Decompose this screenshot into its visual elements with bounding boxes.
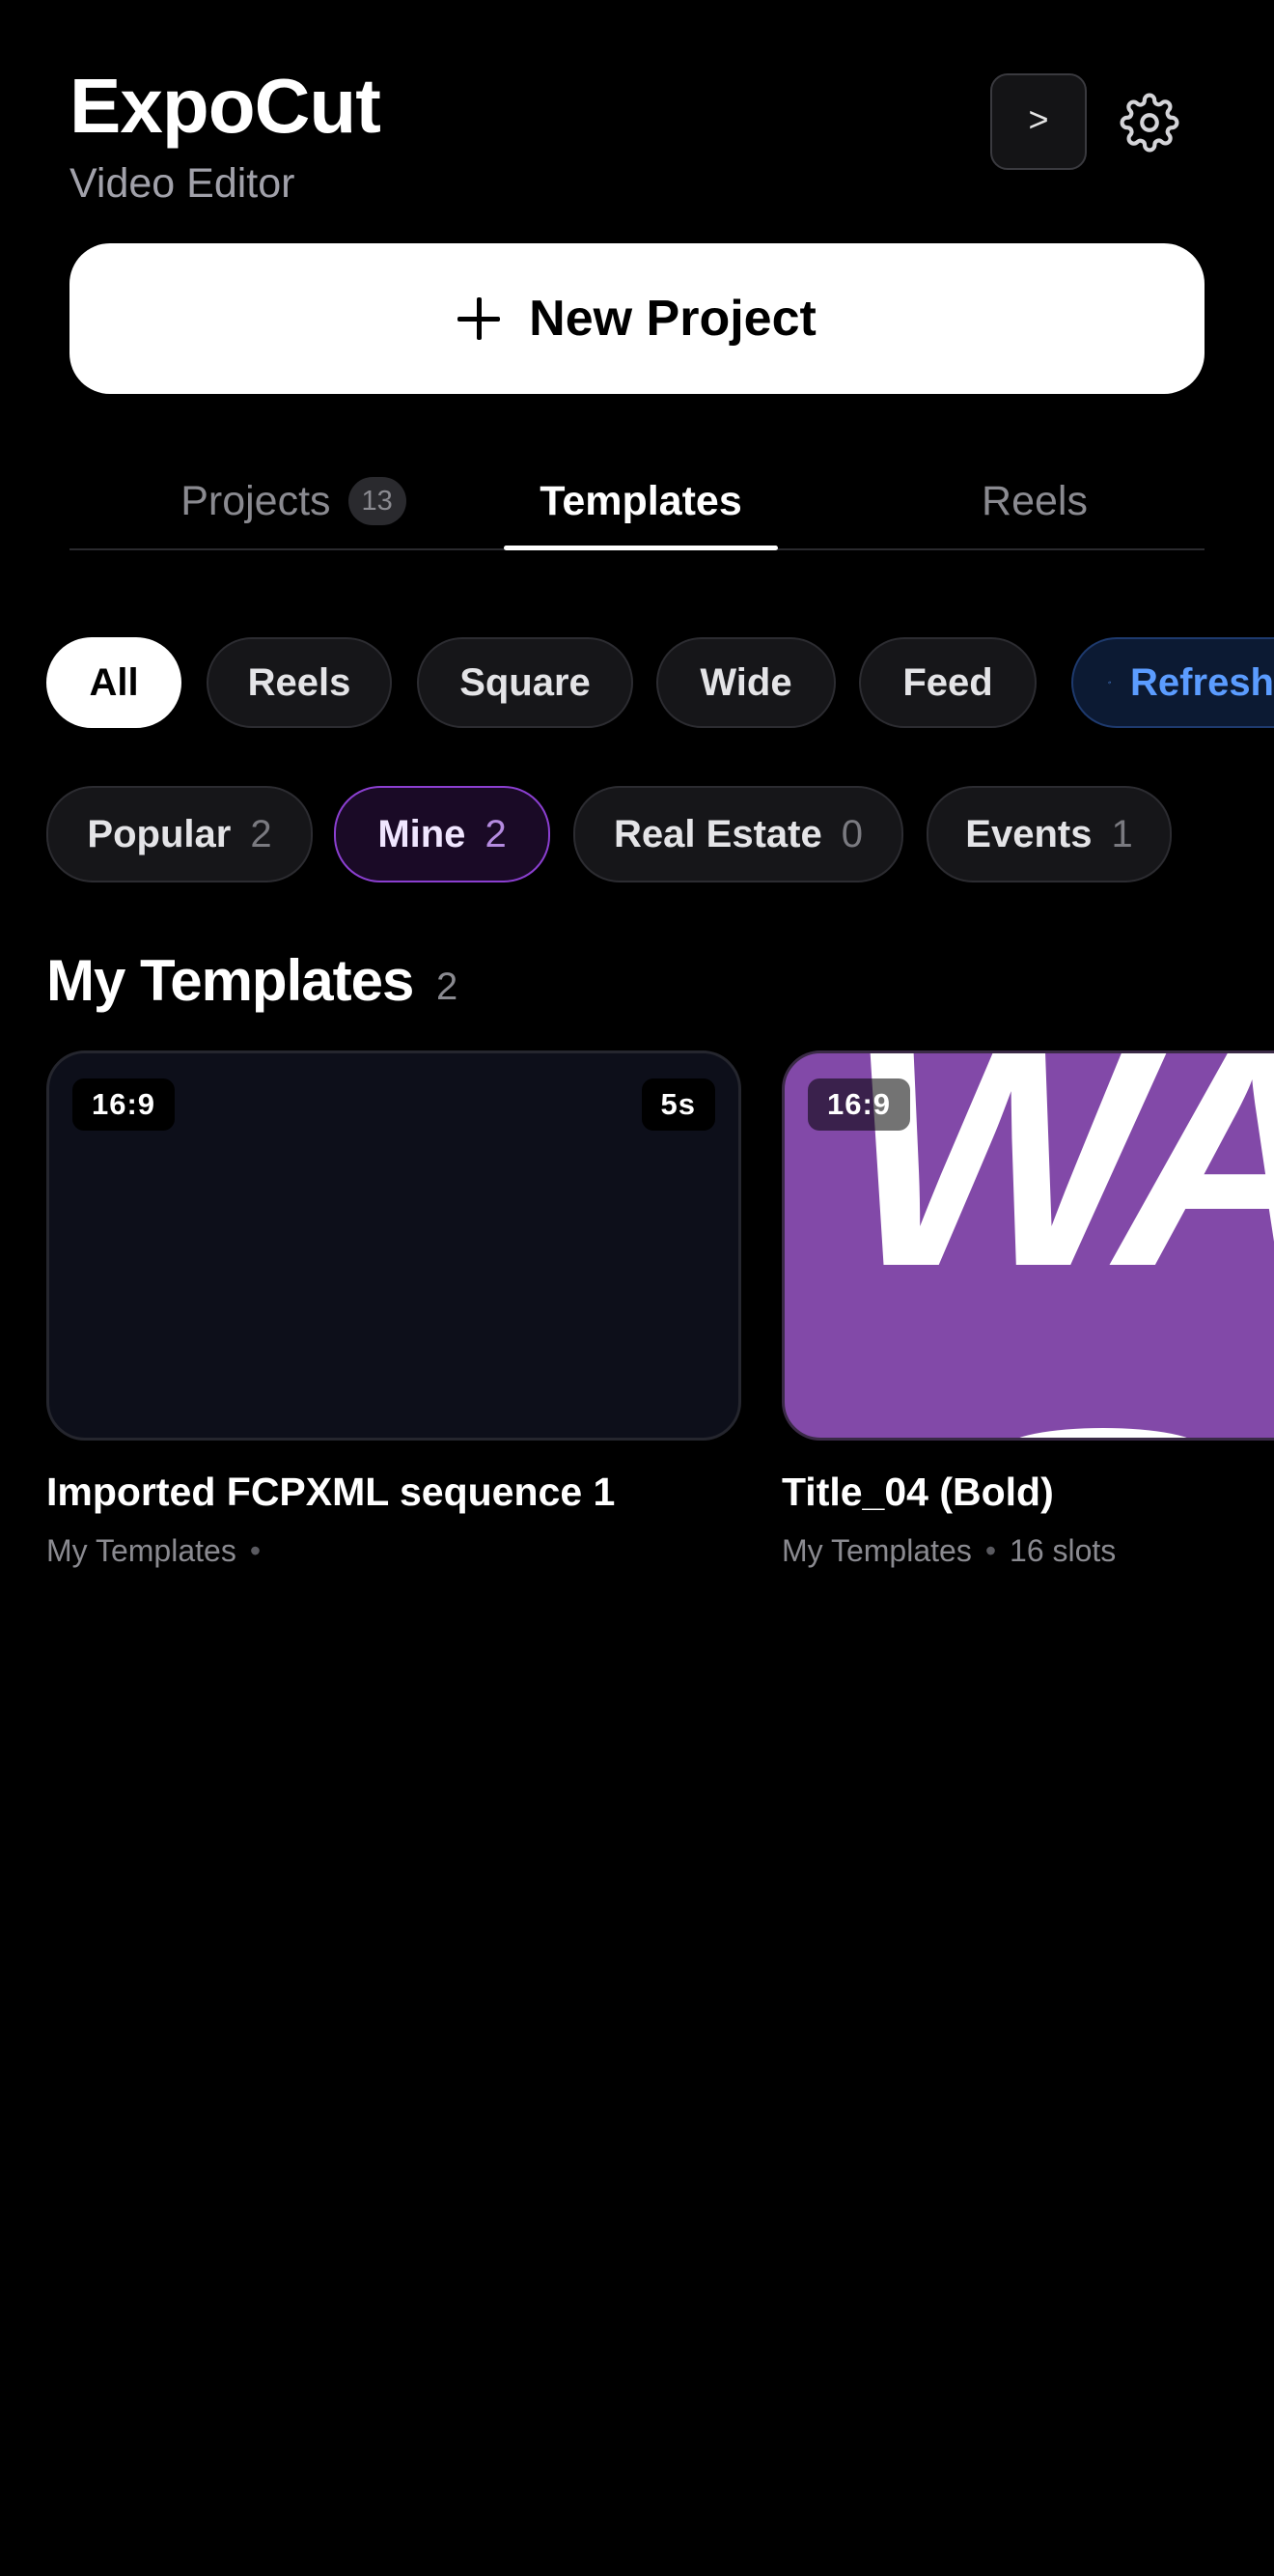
terminal-button[interactable]: >	[990, 73, 1087, 170]
app-subtitle: Video Editor	[69, 160, 295, 207]
template-card-2-title[interactable]: Title_04 (Bold)	[782, 1468, 1054, 1516]
filter-popular-label: Popular	[87, 812, 232, 855]
filter-real-estate[interactable]: Real Estate 0	[573, 786, 903, 882]
plus-icon	[457, 297, 501, 340]
filter-events-label: Events	[965, 812, 1093, 855]
tab-reels[interactable]: Reels	[938, 454, 1131, 548]
filter-reels[interactable]: Reels	[207, 637, 392, 728]
filter-square[interactable]: Square	[417, 637, 633, 728]
template-card-1-title[interactable]: Imported FCPXML sequence 1	[46, 1468, 615, 1516]
filter-feed[interactable]: Feed	[859, 637, 1037, 728]
template-card-2-slots: 16 slots	[1010, 1533, 1117, 1568]
tab-templates[interactable]: Templates	[504, 454, 778, 550]
meta-separator: •	[984, 1533, 997, 1568]
template-card-2-thumbnail[interactable]: WA 16:9	[782, 1050, 1274, 1441]
refresh-button[interactable]: Refresh	[1071, 637, 1274, 728]
projects-count-badge: 13	[347, 477, 406, 525]
template-card-1-category: My Templates	[46, 1533, 236, 1568]
duration-badge: 5s	[641, 1078, 715, 1131]
template-card-2-category: My Templates	[782, 1533, 972, 1568]
template-card-1-meta: My Templates •	[46, 1531, 274, 1570]
filter-events[interactable]: Events 1	[927, 786, 1172, 882]
refresh-label: Refresh	[1130, 660, 1274, 704]
filter-wide[interactable]: Wide	[656, 637, 836, 728]
filter-mine-label: Mine	[377, 812, 466, 855]
refresh-icon	[1108, 681, 1111, 685]
template-card-1-thumbnail[interactable]: 16:9 5s	[46, 1050, 741, 1441]
tab-projects[interactable]: Projects 13	[139, 454, 448, 548]
new-project-label: New Project	[529, 291, 817, 347]
filter-popular-count: 2	[250, 812, 272, 855]
filter-mine-count: 2	[485, 812, 507, 855]
filter-real-estate-count: 0	[841, 812, 863, 855]
settings-button[interactable]	[1118, 91, 1181, 154]
filter-real-estate-label: Real Estate	[614, 812, 822, 855]
tab-templates-label: Templates	[540, 477, 742, 524]
aspect-ratio-badge: 16:9	[808, 1078, 911, 1131]
aspect-ratio-badge: 16:9	[72, 1078, 176, 1131]
filter-popular[interactable]: Popular 2	[46, 786, 313, 882]
filter-mine[interactable]: Mine 2	[334, 786, 550, 882]
filter-all[interactable]: All	[46, 637, 181, 728]
gear-icon	[1120, 93, 1179, 153]
section-title: My Templates	[46, 948, 414, 1013]
app-title: ExpoCut	[69, 63, 381, 149]
filter-events-count: 1	[1111, 812, 1133, 855]
tab-reels-label: Reels	[982, 477, 1088, 524]
new-project-button[interactable]: New Project	[69, 243, 1205, 394]
thumbnail-lower-shape	[1007, 1428, 1200, 1438]
tab-projects-label: Projects	[180, 477, 331, 524]
meta-separator: •	[249, 1533, 262, 1568]
thumbnail-title-text: WA	[846, 1050, 1274, 1332]
section-count: 2	[436, 966, 458, 1008]
template-card-2-meta: My Templates • 16 slots	[782, 1531, 1116, 1570]
main-tabs: Projects 13 Templates Reels	[69, 454, 1205, 550]
